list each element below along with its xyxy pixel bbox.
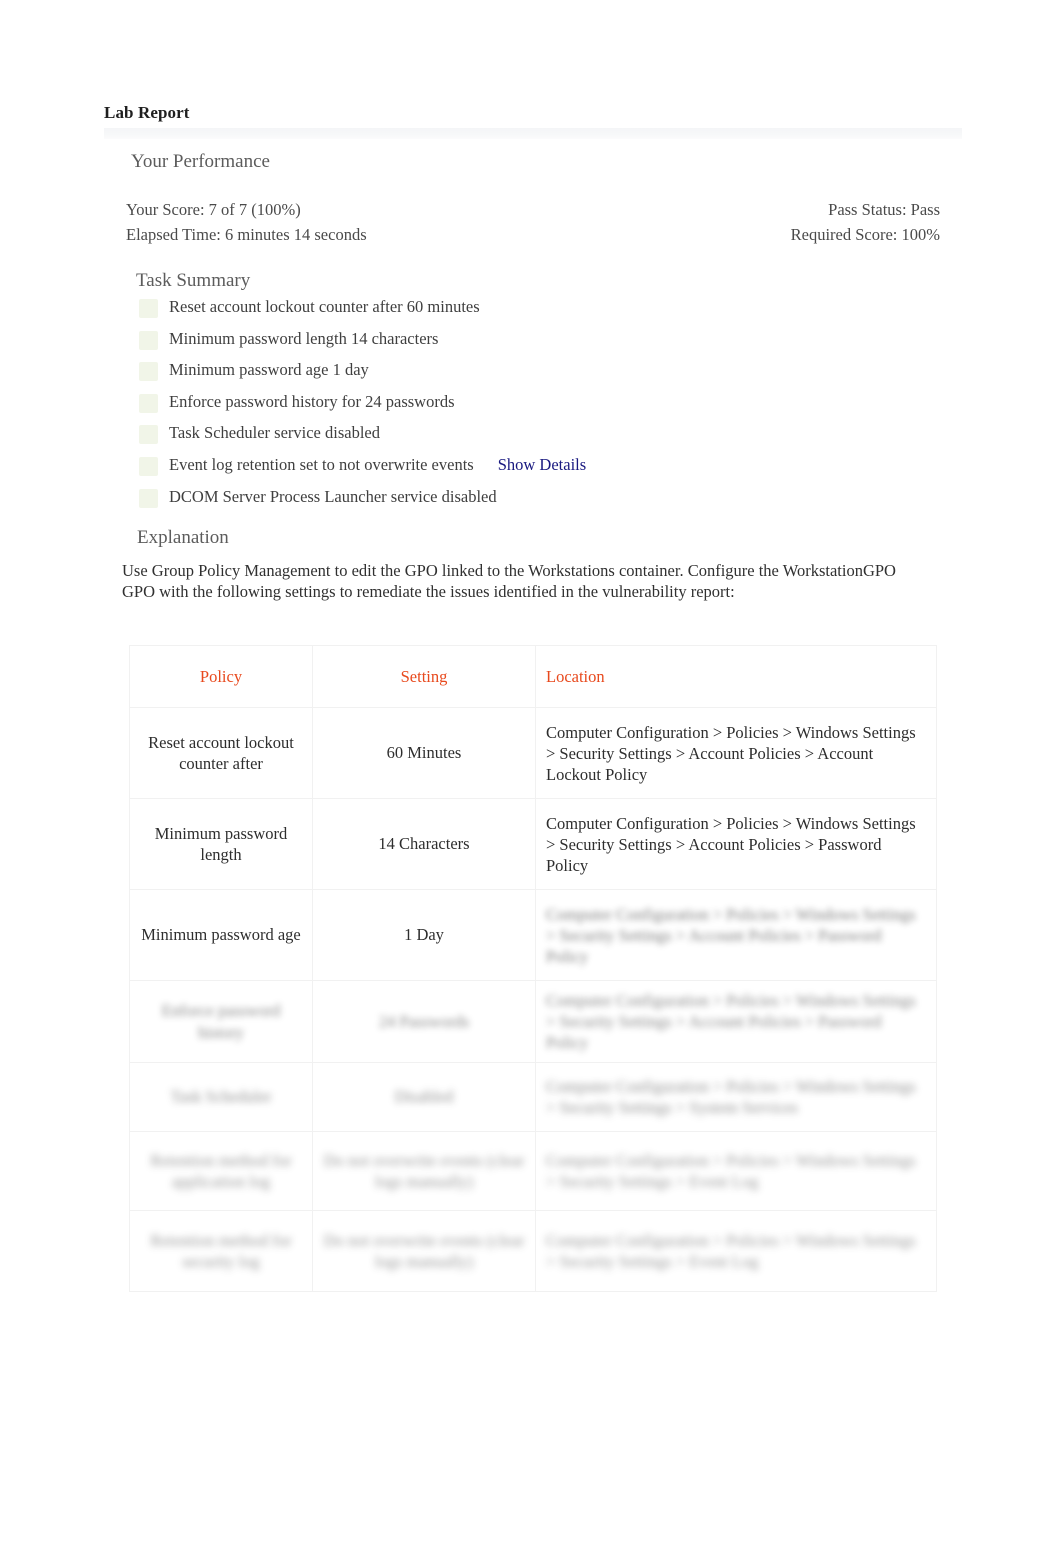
task-label: Minimum password age 1 day	[169, 360, 369, 380]
column-header-setting: Setting	[312, 645, 536, 708]
cell-setting: Disabled	[312, 1062, 536, 1132]
lab-report-page: Lab Report Your Performance Your Score: …	[0, 0, 1062, 1561]
task-label: Reset account lockout counter after 60 m…	[169, 297, 480, 316]
page-title: Lab Report	[104, 103, 190, 122]
list-item: Minimum password age 1 day	[139, 359, 899, 391]
task-label: Minimum password length 14 characters	[169, 328, 439, 348]
list-item: Enforce password history for 24 password…	[139, 391, 899, 423]
cell-policy: Enforce password history	[129, 980, 313, 1063]
cell-setting: Do not overwrite events (clear logs manu…	[312, 1131, 536, 1211]
task-summary-list: Reset account lockout counter after 60 m…	[139, 296, 899, 517]
your-score-text: Your Score: 7 of 7 (100%)	[126, 200, 301, 219]
performance-metrics-right: Pass Status: Pass Required Score: 100%	[791, 197, 940, 247]
table-row: Minimum password length 14 Characters Co…	[129, 798, 937, 890]
list-item: Task Scheduler service disabled	[139, 422, 899, 454]
check-square-icon	[139, 330, 158, 350]
table-header-row: Policy Setting Location	[129, 645, 937, 708]
table-row: Retention method for application log Do …	[129, 1131, 937, 1211]
table-row: Retention method for security log Do not…	[129, 1210, 937, 1292]
cell-setting: 1 Day	[312, 889, 536, 981]
explanation-body-text: Use Group Policy Management to edit the …	[122, 561, 896, 601]
header-divider-band	[104, 128, 962, 139]
cell-setting: 60 Minutes	[312, 707, 536, 799]
list-item: DCOM Server Process Launcher service dis…	[139, 486, 899, 518]
check-square-icon	[139, 393, 158, 413]
cell-location: Computer Configuration > Policies > Wind…	[535, 980, 937, 1063]
cell-location: Computer Configuration > Policies > Wind…	[535, 798, 937, 890]
cell-policy: Minimum password length	[129, 798, 313, 890]
elapsed-time-text: Elapsed Time: 6 minutes 14 seconds	[126, 225, 367, 244]
column-header-location: Location	[535, 645, 937, 708]
task-summary-heading: Task Summary	[136, 270, 251, 291]
table-row: Enforce password history 24 Passwords Co…	[129, 980, 937, 1063]
check-square-icon	[139, 456, 158, 476]
cell-policy: Retention method for application log	[129, 1131, 313, 1211]
your-performance-heading: Your Performance	[131, 151, 270, 172]
cell-location: Computer Configuration > Policies > Wind…	[535, 889, 937, 981]
check-square-icon	[139, 299, 158, 318]
required-score-text: Required Score: 100%	[790, 225, 940, 244]
table-row: Reset account lockout counter after 60 M…	[129, 707, 937, 799]
column-header-policy: Policy	[129, 645, 313, 708]
cell-policy: Retention method for security log	[129, 1210, 313, 1292]
check-square-icon	[139, 362, 158, 382]
cell-setting: Do not overwrite events (clear logs manu…	[312, 1210, 536, 1292]
task-label: Enforce password history for 24 password…	[169, 391, 455, 411]
cell-location: Computer Configuration > Policies > Wind…	[535, 1131, 937, 1211]
cell-policy: Minimum password age	[129, 889, 313, 981]
list-item: Event log retention set to not overwrite…	[139, 454, 899, 486]
performance-metrics-left: Your Score: 7 of 7 (100%) Elapsed Time: …	[126, 197, 367, 247]
cell-location: Computer Configuration > Policies > Wind…	[535, 1210, 937, 1292]
policy-settings-table: Policy Setting Location Reset account lo…	[129, 645, 937, 1292]
table-row: Minimum password age 1 Day Computer Conf…	[129, 889, 937, 981]
cell-policy: Reset account lockout counter after	[129, 707, 313, 799]
explanation-heading: Explanation	[137, 527, 229, 548]
cell-location: Computer Configuration > Policies > Wind…	[535, 707, 937, 799]
table-row: Task Scheduler Disabled Computer Configu…	[129, 1062, 937, 1132]
cell-setting: 24 Passwords	[312, 980, 536, 1063]
cell-location: Computer Configuration > Policies > Wind…	[535, 1062, 937, 1132]
task-label: Task Scheduler service disabled	[169, 423, 380, 443]
list-item: Reset account lockout counter after 60 m…	[139, 296, 899, 328]
list-item: Minimum password length 14 characters	[139, 328, 899, 360]
task-label: DCOM Server Process Launcher service dis…	[169, 486, 497, 506]
cell-setting: 14 Characters	[312, 798, 536, 890]
show-details-link[interactable]: Show Details	[498, 454, 586, 476]
cell-policy: Task Scheduler	[129, 1062, 313, 1132]
task-label: Event log retention set to not overwrite…	[169, 454, 474, 474]
pass-status-text: Pass Status: Pass	[828, 200, 940, 219]
check-square-icon	[139, 488, 158, 508]
check-square-icon	[139, 425, 158, 445]
